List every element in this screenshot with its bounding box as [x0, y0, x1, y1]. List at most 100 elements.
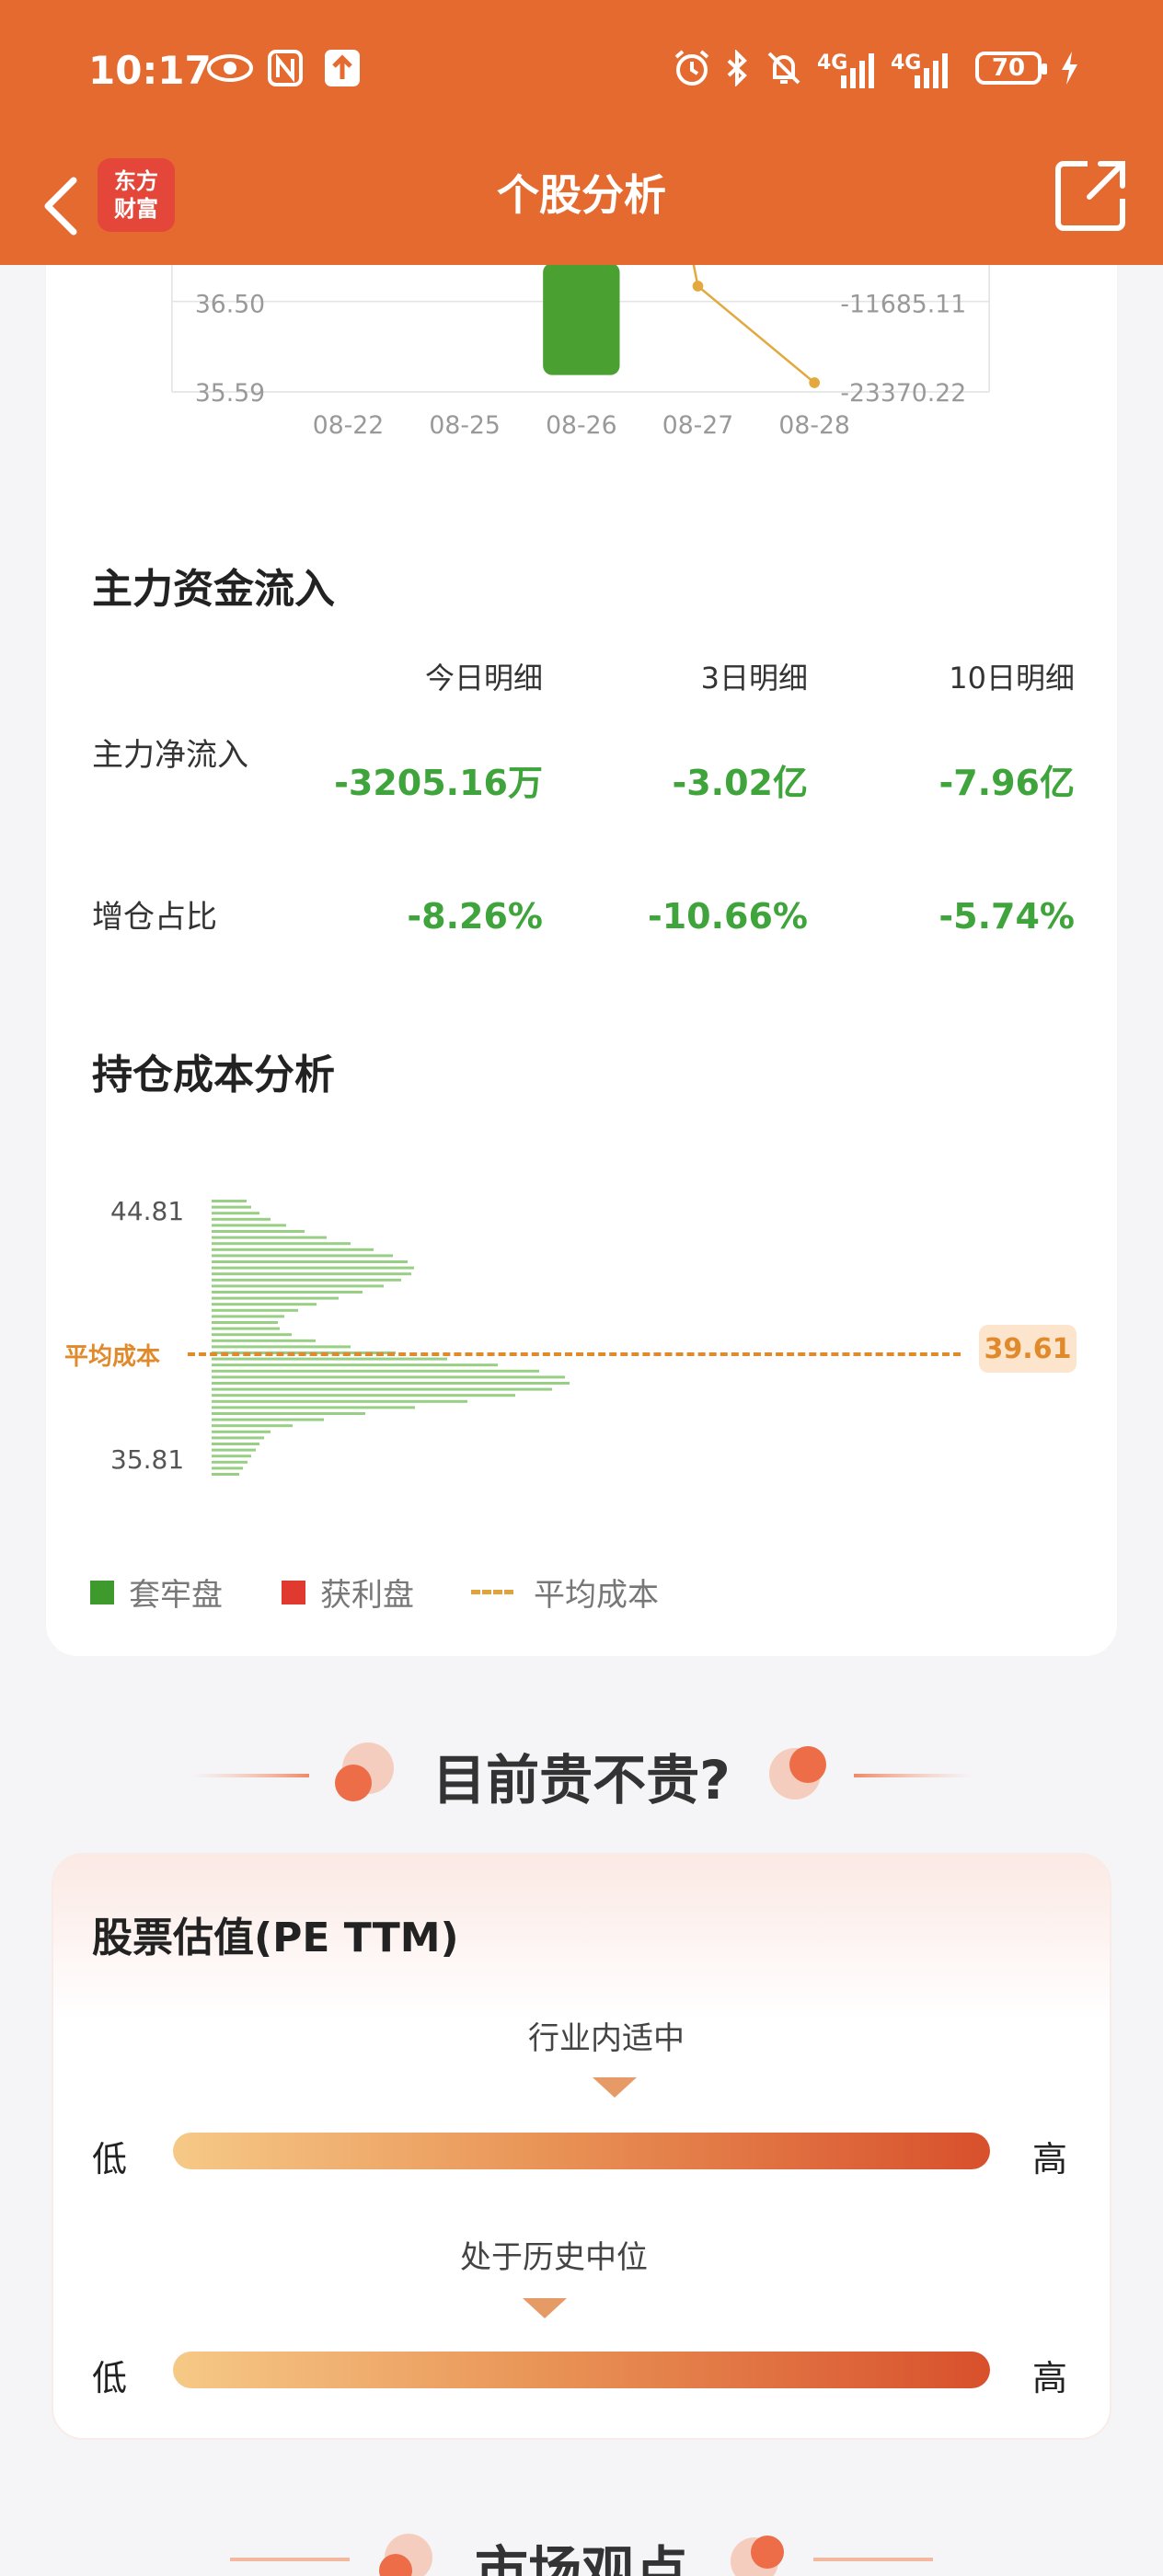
cost-bar: [212, 1284, 384, 1288]
gauge-bar-history: [173, 2352, 990, 2388]
cost-bar: [212, 1473, 239, 1476]
eye-icon: [204, 50, 256, 86]
upload-icon: [324, 50, 361, 86]
gauge-high: 高: [1032, 2358, 1068, 2398]
gauge-caption-industry: 行业内适中: [528, 2020, 685, 2057]
col-header-today: 今日明细: [424, 661, 543, 696]
cost-bar: [212, 1406, 415, 1409]
cost-bar: [212, 1339, 316, 1342]
legend-swatch: [282, 1580, 305, 1604]
section-heading: 市场观点: [474, 2540, 688, 2576]
charging-icon: [1056, 50, 1082, 86]
cost-bar: [212, 1236, 327, 1239]
net-inflow-today: -3205.16万: [334, 763, 543, 803]
cost-bar: [212, 1205, 251, 1209]
average-cost-label: 平均成本: [64, 1343, 161, 1371]
battery-indicator: 70: [975, 52, 1047, 85]
cost-analysis-title: 持仓成本分析: [92, 1052, 335, 1098]
cost-bar: [212, 1278, 401, 1282]
cost-bar: [212, 1412, 365, 1415]
trend-line: [692, 263, 815, 384]
trend-point: [692, 281, 704, 292]
col-header-3day: 3日明细: [700, 661, 808, 696]
cost-bar: [212, 1254, 393, 1258]
cost-bar: [212, 1321, 278, 1324]
cost-bar: [212, 1303, 317, 1306]
trend-point: [809, 377, 820, 388]
top-bar: 10:17 4G 4G 70 东方 财富 个股分析: [0, 0, 1163, 265]
cost-bar: [212, 1260, 408, 1263]
cost-bar: [212, 1333, 292, 1337]
x-label: 08-28: [778, 411, 849, 440]
gauge-caption-history: 处于历史中位: [460, 2239, 648, 2276]
cost-bar: [212, 1327, 280, 1330]
x-label: 08-25: [429, 411, 500, 440]
cost-bar: [212, 1455, 251, 1458]
gauge-low: 低: [92, 2358, 128, 2398]
cost-bar: [212, 1448, 256, 1452]
fund-flow-title: 主力资金流入: [92, 566, 335, 613]
position-ratio-10day: -5.74%: [938, 896, 1075, 937]
valuation-title: 股票估值(PE TTM): [92, 1915, 459, 1961]
cost-bar: [212, 1466, 243, 1470]
gauge-low: 低: [92, 2139, 128, 2179]
average-cost-value: 39.61: [979, 1325, 1077, 1373]
legend-trapped: 套牢盘: [90, 1570, 223, 1615]
right-tick: -23370.22: [840, 379, 966, 408]
section-divider-valuation: 目前贵不贵?: [0, 1731, 1163, 1814]
cost-bar: [212, 1382, 570, 1385]
cost-bar: [212, 1224, 286, 1227]
cost-y-top: 44.81: [110, 1196, 185, 1226]
gauge-bar-industry: [173, 2133, 990, 2169]
net-inflow-3day: -3.02亿: [672, 763, 808, 803]
fund-trend-chart: 36.50 35.59 -11685.11 -23370.22 08-22 08…: [171, 263, 990, 440]
cost-bar: [212, 1315, 284, 1318]
signal-bars-1-icon: [841, 52, 874, 88]
position-ratio-today: -8.26%: [407, 896, 543, 937]
nfc-icon: [267, 50, 304, 86]
gauge-high: 高: [1032, 2139, 1068, 2179]
cost-bar: [212, 1387, 552, 1391]
share-button[interactable]: [1054, 158, 1128, 232]
cost-bar: [212, 1443, 259, 1445]
cost-bar: [212, 1424, 293, 1428]
cost-bar: [212, 1272, 411, 1276]
left-tick: 35.59: [195, 379, 265, 408]
cost-bar: [212, 1460, 248, 1464]
row-label-net-inflow: 主力净流入: [92, 737, 248, 774]
cost-bar: [212, 1308, 298, 1312]
legend-dash: [471, 1590, 513, 1594]
cost-bar: [212, 1345, 351, 1349]
gauge-pointer-icon: [593, 2077, 637, 2098]
page-title: 个股分析: [497, 170, 666, 220]
cost-bar: [212, 1242, 351, 1246]
col-header-10day: 10日明细: [949, 661, 1075, 696]
right-tick: -11685.11: [840, 290, 966, 318]
cost-bar: [212, 1418, 324, 1421]
left-tick: 36.50: [195, 290, 265, 318]
x-label: 08-27: [662, 411, 733, 440]
cost-bar: [212, 1217, 271, 1221]
cost-bar: [212, 1375, 565, 1379]
cost-bar: [212, 1399, 467, 1403]
position-ratio-3day: -10.66%: [647, 896, 808, 937]
cost-distribution-chart: [212, 1200, 570, 1476]
cost-bar: [212, 1363, 498, 1367]
cost-bar: [212, 1296, 339, 1300]
cost-bar: [212, 1200, 247, 1202]
status-bar: 10:17 4G 4G 70: [0, 0, 1163, 147]
cost-bar: [212, 1248, 374, 1251]
row-label-position-ratio: 增仓占比: [92, 899, 217, 936]
x-label: 08-26: [546, 411, 616, 440]
cost-bar: [212, 1436, 264, 1440]
cost-bar: [212, 1230, 305, 1233]
status-time: 10:17: [88, 48, 212, 93]
section-heading: 目前贵不贵?: [432, 1749, 731, 1811]
cost-bar: [212, 1212, 259, 1215]
cost-bar: [212, 1266, 414, 1270]
legend-profit: 获利盘: [282, 1570, 414, 1615]
legend-average-cost: 平均成本: [471, 1570, 659, 1615]
bluetooth-icon: [723, 50, 751, 86]
trend-bar-08-26: [543, 263, 620, 375]
mute-bell-icon: [764, 50, 804, 86]
